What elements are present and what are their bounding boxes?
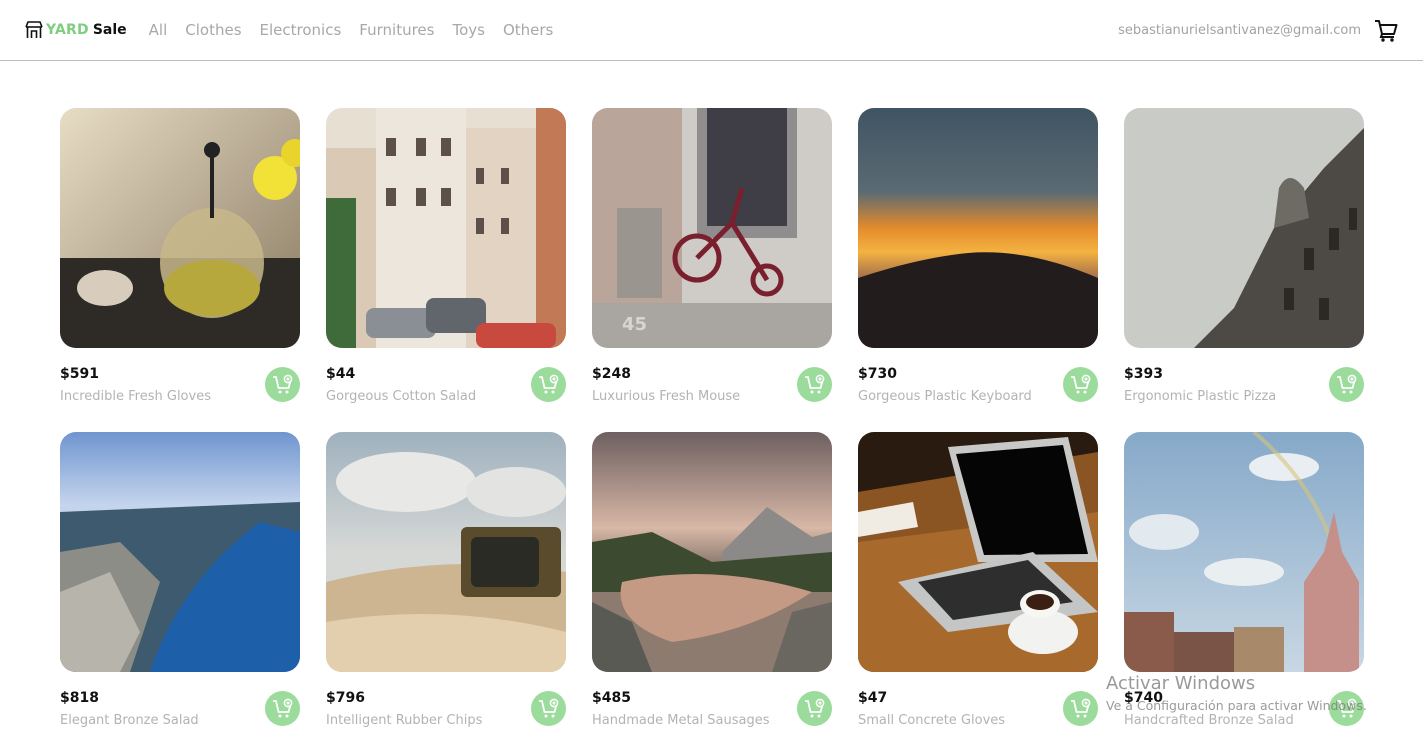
product-card[interactable]: 45 $248 Luxurious Fresh Mouse [592,108,832,404]
watermark-subtitle: Ve a Configuración para activar Windows. [1106,698,1367,713]
cart-plus-icon [804,698,824,717]
product-image-city[interactable] [1124,432,1364,672]
user-email[interactable]: sebastianurielsantivanez@gmail.com [1118,23,1361,38]
product-price: $248 [592,366,631,382]
product-grid: $591 Incredible Fresh Gloves $44 Gorgeou… [60,108,1364,728]
product-card[interactable]: $796 Intelligent Rubber Chips [326,432,566,728]
product-name: Ergonomic Plastic Pizza [1124,389,1277,404]
product-card[interactable]: $44 Gorgeous Cotton Salad [326,108,566,404]
product-name: Elegant Bronze Salad [60,713,199,728]
cart-plus-icon [538,374,558,393]
product-image-teapot[interactable] [60,108,300,348]
logo-yard-text: YARD [46,22,89,38]
product-image-building[interactable] [1124,108,1364,348]
nav-link-electronics[interactable]: Electronics [260,21,342,39]
product-info: $47 Small Concrete Gloves [858,688,1098,732]
product-image-laptop[interactable] [858,432,1098,672]
cart-plus-icon [1336,374,1356,393]
product-price: $47 [858,690,888,706]
product-info: $44 Gorgeous Cotton Salad [326,364,566,408]
product-name: Incredible Fresh Gloves [60,389,211,404]
product-info: $796 Intelligent Rubber Chips [326,688,566,732]
add-to-cart-button[interactable] [797,691,832,726]
product-card[interactable]: $485 Handmade Metal Sausages [592,432,832,728]
cart-plus-icon [272,374,292,393]
product-card[interactable]: $740 Handcrafted Bronze Salad [1124,432,1364,728]
product-image-street[interactable] [326,108,566,348]
windows-activation-watermark: Activar Windows Ve a Configuración para … [1106,673,1367,713]
cart-plus-icon [538,698,558,717]
add-to-cart-button[interactable] [1063,691,1098,726]
nav-link-all[interactable]: All [149,21,168,39]
product-price: $591 [60,366,99,382]
product-image-fjord[interactable] [60,432,300,672]
product-price: $485 [592,690,631,706]
logo[interactable]: YARD Sale [24,20,127,40]
product-name: Gorgeous Cotton Salad [326,389,477,404]
shopping-cart-icon[interactable] [1373,17,1399,43]
nav-left: YARD Sale All Clothes Electronics Furnit… [24,20,571,40]
nav-link-toys[interactable]: Toys [452,21,484,39]
cart-plus-icon [1070,698,1090,717]
add-to-cart-button[interactable] [1329,367,1364,402]
product-price: $730 [858,366,897,382]
cart-plus-icon [1070,374,1090,393]
product-name: Intelligent Rubber Chips [326,713,483,728]
product-card[interactable]: $47 Small Concrete Gloves [858,432,1098,728]
product-price: $44 [326,366,356,382]
product-image-lake[interactable] [592,432,832,672]
nav-link-clothes[interactable]: Clothes [185,21,241,39]
add-to-cart-button[interactable] [531,367,566,402]
add-to-cart-button[interactable] [531,691,566,726]
product-name: Handcrafted Bronze Salad [1124,713,1294,728]
product-info: $248 Luxurious Fresh Mouse [592,364,832,408]
product-card[interactable]: $730 Gorgeous Plastic Keyboard [858,108,1098,404]
product-info: $393 Ergonomic Plastic Pizza [1124,364,1364,408]
product-image-tv[interactable] [326,432,566,672]
storefront-icon [24,20,44,40]
navbar: YARD Sale All Clothes Electronics Furnit… [0,0,1423,61]
product-card[interactable]: $591 Incredible Fresh Gloves [60,108,300,404]
cart-plus-icon [272,698,292,717]
product-card[interactable]: $818 Elegant Bronze Salad [60,432,300,728]
product-name: Small Concrete Gloves [858,713,1006,728]
product-price: $818 [60,690,99,706]
product-name: Gorgeous Plastic Keyboard [858,389,1032,404]
svg-text:45: 45 [622,314,647,335]
product-info: $730 Gorgeous Plastic Keyboard [858,364,1098,408]
watermark-title: Activar Windows [1106,673,1256,694]
product-price: $393 [1124,366,1163,382]
product-price: $796 [326,690,365,706]
product-info: $485 Handmade Metal Sausages [592,688,832,732]
logo-sale-text: Sale [92,22,127,38]
add-to-cart-button[interactable] [265,367,300,402]
product-info: $591 Incredible Fresh Gloves [60,364,300,408]
cart-plus-icon [804,374,824,393]
add-to-cart-button[interactable] [265,691,300,726]
product-name: Luxurious Fresh Mouse [592,389,741,404]
product-image-tricycle[interactable]: 45 [592,108,832,348]
product-card[interactable]: $393 Ergonomic Plastic Pizza [1124,108,1364,404]
nav-link-furnitures[interactable]: Furnitures [359,21,434,39]
product-name: Handmade Metal Sausages [592,713,770,728]
add-to-cart-button[interactable] [797,367,832,402]
product-info: $818 Elegant Bronze Salad [60,688,300,732]
add-to-cart-button[interactable] [1063,367,1098,402]
product-image-sunset[interactable] [858,108,1098,348]
nav-right: sebastianurielsantivanez@gmail.com [1118,17,1399,43]
nav-link-others[interactable]: Others [503,21,553,39]
